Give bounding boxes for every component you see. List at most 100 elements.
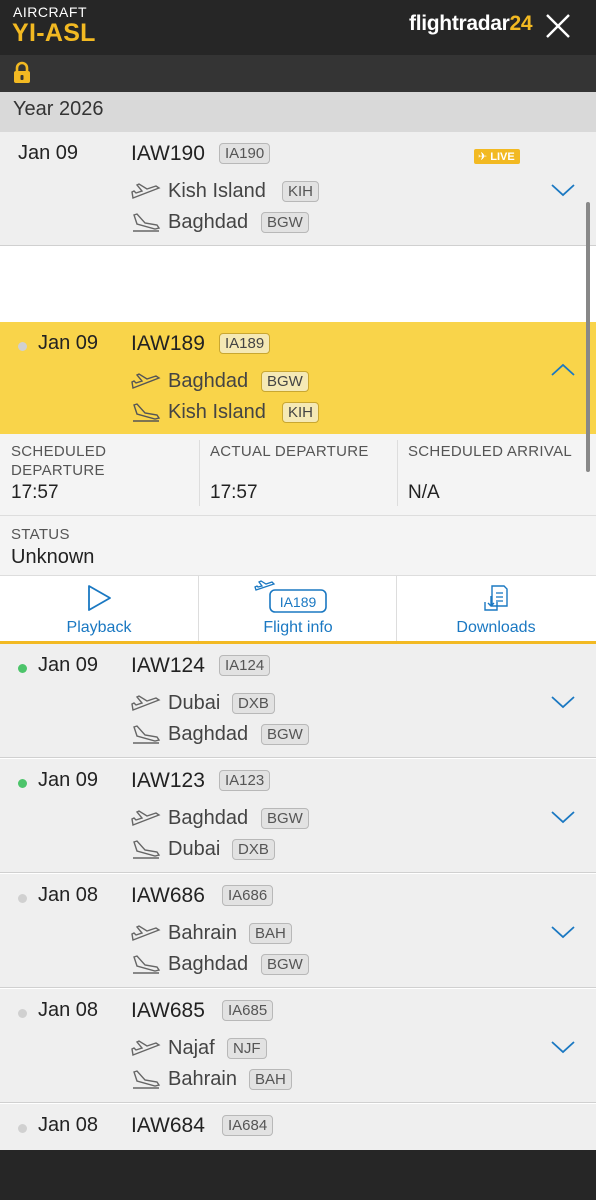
arrival-code: KIH xyxy=(282,402,320,423)
takeoff-icon xyxy=(131,925,161,941)
flight-row[interactable]: Jan 09 IAW190 IA190 ✈ LIVE Kish Island K… xyxy=(0,132,596,246)
chevron-down-icon[interactable] xyxy=(550,182,576,198)
app-header: AIRCRAFT YI-ASL flightradar24 xyxy=(0,0,596,92)
flight-info-button[interactable]: IA189 Flight info xyxy=(199,576,397,641)
chevron-up-icon[interactable] xyxy=(550,362,576,378)
status-dot xyxy=(18,342,27,351)
flight-number: IAW684 xyxy=(131,1114,205,1137)
scheduled-departure-label-2: DEPARTURE xyxy=(11,462,105,479)
flight-date: Jan 09 xyxy=(18,142,79,164)
arrival-city: Bahrain xyxy=(168,1068,237,1090)
scheduled-arrival-value: N/A xyxy=(408,482,440,503)
landing-icon xyxy=(133,955,161,974)
flight-code-badge: IA123 xyxy=(219,770,271,791)
departure-leg: Dubai DXB xyxy=(131,691,431,717)
landing-icon xyxy=(133,213,161,232)
departure-city: Bahrain xyxy=(168,922,237,944)
arrival-code: BGW xyxy=(261,212,309,233)
takeoff-icon xyxy=(131,810,161,826)
status-dot xyxy=(18,664,27,673)
divider xyxy=(199,440,200,506)
departure-city: Kish Island xyxy=(168,180,266,202)
playback-label: Playback xyxy=(66,619,132,636)
arrival-leg: Baghdad BGW xyxy=(131,722,431,748)
flight-number: IAW189 xyxy=(131,332,205,355)
actual-departure: ACTUAL DEPARTURE 17:57 xyxy=(210,442,400,503)
live-label: LIVE xyxy=(490,151,515,163)
brand-number: 24 xyxy=(509,12,533,35)
flight-number: IAW190 xyxy=(131,142,205,165)
departure-code: BGW xyxy=(261,808,309,829)
flight-number: IAW686 xyxy=(131,884,205,907)
flight-code-badge: IA685 xyxy=(222,1000,274,1021)
departure-code: BGW xyxy=(261,371,309,392)
flight-history-list[interactable]: Year 2026 Jan 09 IAW190 IA190 ✈ LIVE Kis… xyxy=(0,92,596,1150)
status-dot xyxy=(18,894,27,903)
departure-city: Baghdad xyxy=(168,370,249,392)
arrival-leg: Kish Island KIH xyxy=(131,400,431,426)
scheduled-departure: SCHEDULED DEPARTURE 17:57 xyxy=(11,442,201,503)
landing-icon xyxy=(133,725,161,744)
flight-number: IAW685 xyxy=(131,999,205,1022)
flight-row[interactable]: Jan 08 IAW685 IA685 Najaf NJF Bahrain BA… xyxy=(0,989,596,1103)
status-label: STATUS xyxy=(11,526,70,543)
departure-leg: Baghdad BGW xyxy=(131,369,431,395)
chevron-down-icon[interactable] xyxy=(550,694,576,710)
close-icon[interactable] xyxy=(543,11,573,41)
arrival-city: Baghdad xyxy=(168,953,249,975)
flight-date: Jan 08 xyxy=(38,999,99,1021)
arrival-code: BAH xyxy=(249,1069,292,1090)
flight-info-label: Flight info xyxy=(263,619,333,636)
actual-departure-value: 17:57 xyxy=(210,482,258,503)
live-badge: ✈ LIVE xyxy=(474,149,520,164)
flight-date: Jan 09 xyxy=(38,769,99,791)
arrival-city: Kish Island xyxy=(168,401,266,423)
scheduled-arrival-label: SCHEDULED ARRIVAL xyxy=(408,443,573,460)
divider xyxy=(397,440,398,506)
departure-code: DXB xyxy=(232,693,275,714)
action-bar: Playback IA189 Flight info Downloads xyxy=(0,576,596,644)
scrollbar[interactable] xyxy=(586,202,590,472)
departure-city: Dubai xyxy=(168,692,221,714)
chevron-down-icon[interactable] xyxy=(550,809,576,825)
play-icon xyxy=(88,585,111,611)
flight-date: Jan 08 xyxy=(38,1114,99,1136)
downloads-button[interactable]: Downloads xyxy=(397,576,595,641)
flight-code-badge: IA684 xyxy=(222,1115,274,1136)
aircraft-registration: YI-ASL xyxy=(12,19,96,47)
year-header: Year 2026 xyxy=(0,92,596,132)
times-section: SCHEDULED DEPARTURE 17:57 ACTUAL DEPARTU… xyxy=(0,434,596,516)
header-subbar xyxy=(0,55,596,92)
flight-row[interactable]: Jan 08 IAW684 IA684 xyxy=(0,1104,596,1150)
flight-row[interactable]: Jan 08 IAW686 IA686 Bahrain BAH Baghdad … xyxy=(0,874,596,988)
brand-text: flightradar xyxy=(409,12,510,35)
actual-departure-label: ACTUAL DEPARTURE xyxy=(210,443,369,460)
departure-city: Najaf xyxy=(168,1037,215,1059)
flight-number: IAW123 xyxy=(131,769,205,792)
playback-button[interactable]: Playback xyxy=(0,576,198,641)
arrival-city: Baghdad xyxy=(168,211,249,233)
chevron-down-icon[interactable] xyxy=(550,1039,576,1055)
departure-leg: Najaf NJF xyxy=(131,1036,431,1062)
list-gap xyxy=(0,248,596,322)
departure-code: BAH xyxy=(249,923,292,944)
chevron-down-icon[interactable] xyxy=(550,924,576,940)
lock-icon[interactable] xyxy=(12,61,32,85)
takeoff-icon xyxy=(131,373,161,389)
status-section: STATUS Unknown xyxy=(0,516,596,576)
scheduled-arrival: SCHEDULED ARRIVAL N/A xyxy=(408,442,596,503)
year-label: Year 2026 xyxy=(13,98,104,120)
flight-number: IAW124 xyxy=(131,654,205,677)
arrival-leg: Baghdad BGW xyxy=(131,210,431,236)
flight-row[interactable]: Jan 09 IAW124 IA124 Dubai DXB Baghdad BG… xyxy=(0,644,596,758)
flight-date: Jan 08 xyxy=(38,884,99,906)
flight-row-selected[interactable]: Jan 09 IAW189 IA189 Baghdad BGW Kish Isl… xyxy=(0,322,596,434)
flight-code-badge: IA686 xyxy=(222,885,274,906)
status-dot xyxy=(18,1009,27,1018)
scheduled-departure-value: 17:57 xyxy=(11,482,59,503)
flight-row[interactable]: Jan 09 IAW123 IA123 Baghdad BGW Dubai DX… xyxy=(0,759,596,873)
takeoff-icon xyxy=(131,695,161,711)
flight-code-badge: IA124 xyxy=(219,655,271,676)
arrival-code: BGW xyxy=(261,724,309,745)
takeoff-icon xyxy=(131,183,161,199)
